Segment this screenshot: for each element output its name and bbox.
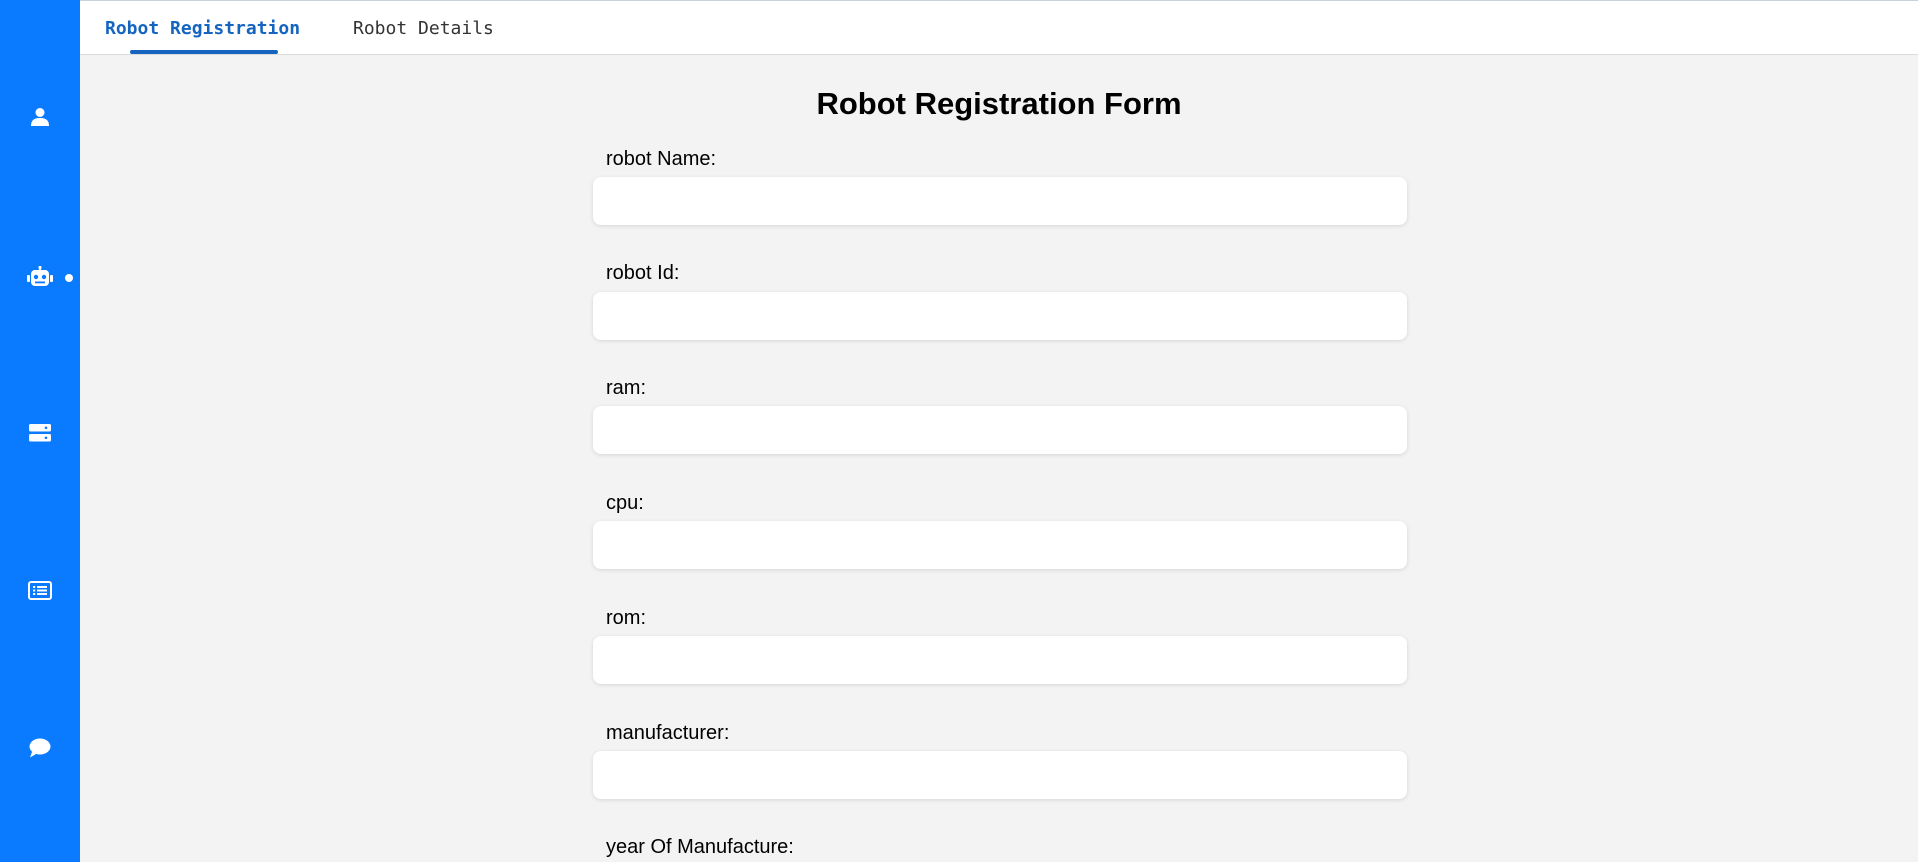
rom-input[interactable]: [593, 636, 1407, 684]
server-icon: [29, 424, 51, 442]
robot-id-input[interactable]: [593, 292, 1407, 340]
sidebar: [0, 0, 80, 862]
sidebar-item-server[interactable]: [0, 413, 80, 453]
sidebar-item-chat[interactable]: [0, 728, 80, 768]
ram-input[interactable]: [593, 406, 1407, 454]
sidebar-item-user[interactable]: [0, 97, 80, 137]
manufacturer-input[interactable]: [593, 751, 1407, 799]
user-icon: [31, 108, 49, 126]
tab-bar: Robot Registration Robot Details: [80, 0, 1918, 55]
active-tab-indicator: [130, 50, 278, 54]
active-indicator-dot: [65, 274, 73, 282]
robot-name-label: robot Name:: [606, 148, 717, 170]
robot-id-label: robot Id:: [606, 262, 680, 284]
page-title: Robot Registration Form: [816, 86, 1182, 121]
tab-robot-details[interactable]: Robot Details: [353, 1, 494, 55]
cpu-input[interactable]: [593, 521, 1407, 569]
manufacturer-label: manufacturer:: [606, 722, 730, 744]
chat-icon: [29, 738, 51, 758]
cpu-label: cpu:: [606, 492, 644, 514]
rom-label: rom:: [606, 607, 646, 629]
list-icon: [28, 580, 52, 600]
app-root: Robot Registration Robot Details Robot R…: [0, 0, 1918, 862]
robot-name-input[interactable]: [593, 177, 1407, 225]
tab-robot-registration[interactable]: Robot Registration: [105, 1, 300, 55]
robot-icon: [27, 266, 53, 286]
year-of-manufacture-label: year Of Manufacture:: [606, 836, 794, 858]
sidebar-item-list[interactable]: [0, 570, 80, 610]
ram-label: ram:: [606, 377, 646, 399]
